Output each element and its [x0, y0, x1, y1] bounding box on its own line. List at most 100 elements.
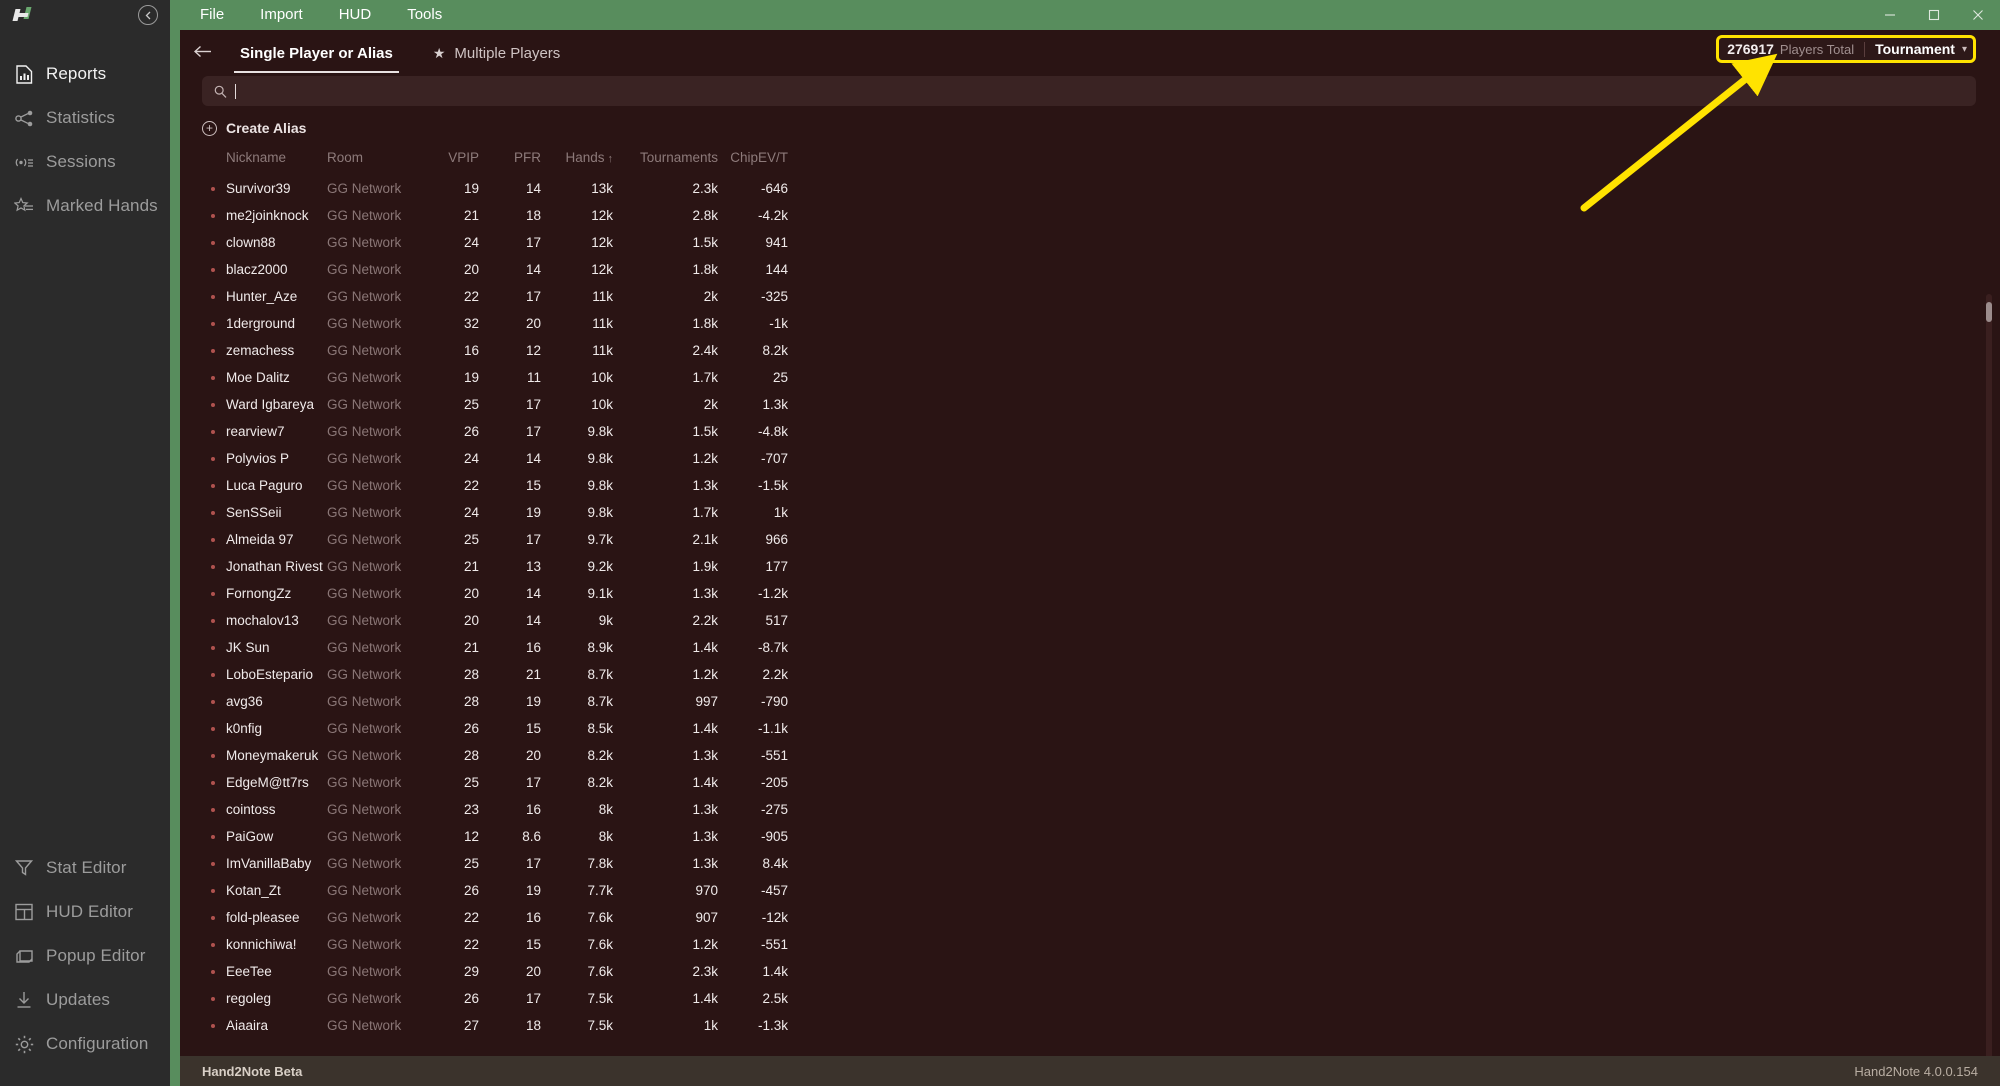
column-header-tournaments[interactable]: Tournaments: [613, 144, 718, 175]
table-row[interactable]: SenSSeii GG Network 24 19 9.8k 1.7k 1k: [202, 499, 1976, 526]
table-row[interactable]: FornongZz GG Network 20 14 9.1k 1.3k -1.2k: [202, 580, 1976, 607]
table-row[interactable]: Luca Paguro GG Network 22 15 9.8k 1.3k -1.5k: [202, 472, 1976, 499]
sidebar-item-configuration[interactable]: Configuration: [0, 1022, 170, 1066]
cell-nickname[interactable]: Kotan_Zt: [202, 877, 327, 904]
sidebar-item-reports[interactable]: Reports: [0, 52, 170, 96]
table-row[interactable]: fold-pleasee GG Network 22 16 7.6k 907 -12k: [202, 904, 1976, 931]
table-row[interactable]: zemachess GG Network 16 12 11k 2.4k 8.2k: [202, 337, 1976, 364]
cell-nickname[interactable]: avg36: [202, 688, 327, 715]
table-row[interactable]: Kotan_Zt GG Network 26 19 7.7k 970 -457: [202, 877, 1976, 904]
table-row[interactable]: Hunter_Aze GG Network 22 17 11k 2k -325: [202, 283, 1976, 310]
sidebar-item-updates[interactable]: Updates: [0, 978, 170, 1022]
cell-nickname[interactable]: Almeida 97: [202, 526, 327, 553]
maximize-icon[interactable]: [1912, 0, 1956, 30]
column-header-vpip[interactable]: VPIP: [417, 144, 479, 175]
cell-nickname[interactable]: SenSSeii: [202, 499, 327, 526]
vertical-scrollbar[interactable]: [1986, 294, 1992, 1056]
cell-nickname[interactable]: LoboEstepario: [202, 661, 327, 688]
cell-nickname[interactable]: Jonathan Rivest: [202, 553, 327, 580]
sidebar-item-stat-editor[interactable]: Stat Editor: [0, 846, 170, 890]
sidebar-item-marked-hands[interactable]: Marked Hands: [0, 184, 170, 228]
cell-nickname[interactable]: fold-pleasee: [202, 904, 327, 931]
cell-nickname[interactable]: zemachess: [202, 337, 327, 364]
table-row[interactable]: EdgeM@tt7rs GG Network 25 17 8.2k 1.4k -205: [202, 769, 1976, 796]
menu-file[interactable]: File: [182, 0, 242, 30]
table-row[interactable]: Almeida 97 GG Network 25 17 9.7k 2.1k 966: [202, 526, 1976, 553]
sidebar-item-popup-editor[interactable]: Popup Editor: [0, 934, 170, 978]
close-icon[interactable]: [1956, 0, 2000, 30]
table-row[interactable]: PaiGow GG Network 12 8.6 8k 1.3k -905: [202, 823, 1976, 850]
cell-nickname[interactable]: Hunter_Aze: [202, 283, 327, 310]
menu-import[interactable]: Import: [242, 0, 321, 30]
cell-nickname[interactable]: regoleg: [202, 985, 327, 1012]
cell-nickname[interactable]: Survivor39: [202, 175, 327, 202]
cell-nickname[interactable]: clown88: [202, 229, 327, 256]
table-row[interactable]: Survivor39 GG Network 19 14 13k 2.3k -646: [202, 175, 1976, 202]
table-row[interactable]: avg36 GG Network 28 19 8.7k 997 -790: [202, 688, 1976, 715]
game-type-selected[interactable]: Tournament: [1875, 41, 1955, 57]
table-row[interactable]: rearview7 GG Network 26 17 9.8k 1.5k -4.8k: [202, 418, 1976, 445]
table-row[interactable]: Ward Igbareya GG Network 25 17 10k 2k 1.3k: [202, 391, 1976, 418]
cell-tournaments: 1.4k: [692, 775, 718, 790]
cell-nickname[interactable]: konnichiwa!: [202, 931, 327, 958]
cell-nickname[interactable]: cointoss: [202, 796, 327, 823]
minimize-icon[interactable]: [1868, 0, 1912, 30]
table-row[interactable]: LoboEstepario GG Network 28 21 8.7k 1.2k 2.2k: [202, 661, 1976, 688]
column-header-pfr[interactable]: PFR: [479, 144, 541, 175]
table-row[interactable]: regoleg GG Network 26 17 7.5k 1.4k 2.5k: [202, 985, 1976, 1012]
table-row[interactable]: Moe Dalitz GG Network 19 11 10k 1.7k 25: [202, 364, 1976, 391]
players-total-badge[interactable]: 276917 Players Total Tournament ▾: [1716, 35, 1976, 63]
table-row[interactable]: k0nfig GG Network 26 15 8.5k 1.4k -1.1k: [202, 715, 1976, 742]
cell-nickname[interactable]: 1derground: [202, 310, 327, 337]
table-row[interactable]: clown88 GG Network 24 17 12k 1.5k 941: [202, 229, 1976, 256]
cell-nickname[interactable]: Luca Paguro: [202, 472, 327, 499]
cell-nickname[interactable]: Polyvios P: [202, 445, 327, 472]
sidebar-item-statistics[interactable]: Statistics: [0, 96, 170, 140]
sidebar-item-hud-editor[interactable]: HUD Editor: [0, 890, 170, 934]
cell-nickname[interactable]: me2joinknock: [202, 202, 327, 229]
cell-nickname[interactable]: Moe Dalitz: [202, 364, 327, 391]
scrollbar-thumb[interactable]: [1986, 302, 1992, 322]
cell-nickname[interactable]: rearview7: [202, 418, 327, 445]
search-input[interactable]: [202, 76, 1976, 106]
table-row[interactable]: 1derground GG Network 32 20 11k 1.8k -1k: [202, 310, 1976, 337]
cell-nickname[interactable]: JK Sun: [202, 634, 327, 661]
table-row[interactable]: Moneymakeruk GG Network 28 20 8.2k 1.3k -551: [202, 742, 1976, 769]
menu-tools[interactable]: Tools: [389, 0, 460, 30]
cell-nickname[interactable]: EdgeM@tt7rs: [202, 769, 327, 796]
column-header-nickname[interactable]: Nickname: [202, 144, 327, 175]
menu-hud[interactable]: HUD: [321, 0, 390, 30]
cell-nickname[interactable]: blacz2000: [202, 256, 327, 283]
text-caret: [235, 83, 236, 99]
cell-nickname[interactable]: Aiaaira: [202, 1012, 327, 1039]
table-row[interactable]: cointoss GG Network 23 16 8k 1.3k -275: [202, 796, 1976, 823]
column-header-room[interactable]: Room: [327, 144, 417, 175]
cell-nickname[interactable]: ImVanillaBaby: [202, 850, 327, 877]
sidebar-item-sessions[interactable]: Sessions: [0, 140, 170, 184]
cell-nickname[interactable]: EeeTee: [202, 958, 327, 985]
table-row[interactable]: JK Sun GG Network 21 16 8.9k 1.4k -8.7k: [202, 634, 1976, 661]
table-row[interactable]: Polyvios P GG Network 24 14 9.8k 1.2k -707: [202, 445, 1976, 472]
table-row[interactable]: EeeTee GG Network 29 20 7.6k 2.3k 1.4k: [202, 958, 1976, 985]
table-row[interactable]: me2joinknock GG Network 21 18 12k 2.8k -4.2k: [202, 202, 1976, 229]
table-row[interactable]: Aiaaira GG Network 27 18 7.5k 1k -1.3k: [202, 1012, 1976, 1039]
cell-nickname[interactable]: Ward Igbareya: [202, 391, 327, 418]
column-header-hands[interactable]: Hands ↑: [541, 144, 613, 175]
table-row[interactable]: mochalov13 GG Network 20 14 9k 2.2k 517: [202, 607, 1976, 634]
tab-single-player-or-alias[interactable]: Single Player or Alias: [220, 36, 413, 73]
create-alias-button[interactable]: + Create Alias: [180, 106, 2000, 144]
back-button[interactable]: [186, 34, 220, 68]
table-row[interactable]: Jonathan Rivest GG Network 21 13 9.2k 1.9k 177: [202, 553, 1976, 580]
tab-multiple-players[interactable]: ★ Multiple Players: [413, 36, 580, 70]
table-row[interactable]: blacz2000 GG Network 20 14 12k 1.8k 144: [202, 256, 1976, 283]
cell-nickname[interactable]: Moneymakeruk: [202, 742, 327, 769]
cell-nickname[interactable]: k0nfig: [202, 715, 327, 742]
table-row[interactable]: ImVanillaBaby GG Network 25 17 7.8k 1.3k 8.4k: [202, 850, 1976, 877]
cell-nickname[interactable]: FornongZz: [202, 580, 327, 607]
chevron-down-icon[interactable]: ▾: [1962, 44, 1967, 55]
column-header-chipev[interactable]: ChipEV/T: [718, 144, 788, 175]
cell-nickname[interactable]: PaiGow: [202, 823, 327, 850]
cell-nickname[interactable]: mochalov13: [202, 607, 327, 634]
collapse-sidebar-icon[interactable]: [138, 5, 158, 25]
table-row[interactable]: konnichiwa! GG Network 22 15 7.6k 1.2k -551: [202, 931, 1976, 958]
